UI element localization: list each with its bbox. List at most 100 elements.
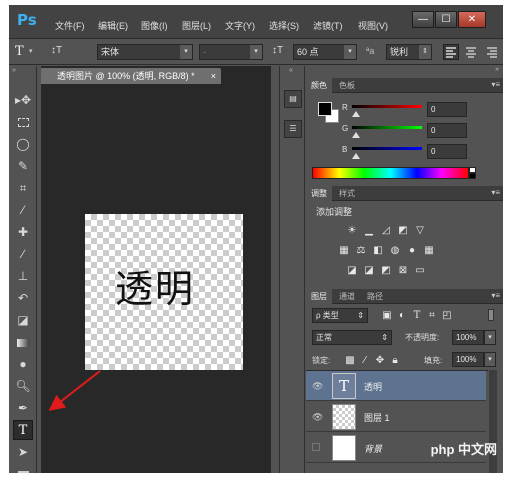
- r-slider-track[interactable]: [352, 105, 422, 108]
- antialias-select[interactable]: 锐利 ⇕: [386, 44, 432, 60]
- channel-mixer-adjust-icon[interactable]: ●: [406, 245, 418, 256]
- transparent-canvas[interactable]: 透明: [85, 214, 243, 370]
- black-swatch[interactable]: [469, 173, 476, 179]
- adjustment-filter-icon[interactable]: ◐: [396, 310, 408, 321]
- menu-select[interactable]: 选择(S): [269, 19, 299, 32]
- layer-filter-select[interactable]: ρ 类型 ⇕: [312, 308, 368, 323]
- color-spectrum-bar[interactable]: [312, 167, 469, 179]
- tab-paths[interactable]: 路径: [362, 289, 388, 304]
- font-size-select[interactable]: 60 点 ▾: [293, 44, 357, 60]
- history-brush-tool-icon[interactable]: ↶: [13, 288, 33, 308]
- lock-transparent-icon[interactable]: ▩: [344, 355, 356, 366]
- clone-stamp-tool-icon[interactable]: ⊥: [13, 266, 33, 286]
- font-style-select[interactable]: - ▾: [199, 44, 263, 60]
- tab-color[interactable]: 颜色: [306, 78, 332, 93]
- properties-panel-icon[interactable]: ☰: [284, 120, 302, 138]
- lasso-tool-icon[interactable]: ◯: [13, 134, 33, 154]
- tab-layers[interactable]: 图层: [306, 289, 332, 304]
- panel-menu-icon[interactable]: ▾≡: [491, 188, 500, 197]
- document-tab[interactable]: 透明图片 @ 100% (透明, RGB/8) * ×: [41, 68, 221, 84]
- pen-tool-icon[interactable]: ✒: [13, 398, 33, 418]
- r-slider-thumb[interactable]: [352, 111, 360, 117]
- smart-object-filter-icon[interactable]: ◰: [441, 310, 453, 321]
- filter-toggle[interactable]: [488, 309, 494, 321]
- expand-icon[interactable]: »: [495, 66, 499, 73]
- menu-type[interactable]: 文字(Y): [225, 19, 255, 32]
- tab-adjustments[interactable]: 调整: [306, 186, 332, 201]
- panel-menu-icon[interactable]: ▾≡: [491, 80, 500, 89]
- eye-icon[interactable]: 👁︎: [312, 412, 323, 422]
- gradient-tool-icon[interactable]: [13, 332, 33, 352]
- curves-adjust-icon[interactable]: ◿: [380, 225, 392, 236]
- collapse-icon[interactable]: »: [12, 67, 16, 74]
- threshold-adjust-icon[interactable]: ◩: [380, 265, 392, 276]
- healing-brush-tool-icon[interactable]: ✚: [13, 222, 33, 242]
- selective-color-adjust-icon[interactable]: ⊠: [397, 265, 409, 276]
- blend-mode-select[interactable]: 正常 ⇕: [312, 330, 392, 345]
- levels-adjust-icon[interactable]: ▁: [363, 225, 375, 236]
- type-tool-preset-icon[interactable]: T: [15, 44, 24, 59]
- r-value-input[interactable]: 0: [427, 102, 467, 117]
- eye-icon[interactable]: 👁︎: [312, 381, 323, 391]
- tab-styles[interactable]: 样式: [334, 186, 360, 201]
- font-family-select[interactable]: 宋体 ▾: [97, 44, 193, 60]
- type-tool-icon[interactable]: T: [13, 420, 33, 440]
- lock-all-icon[interactable]: 🔒︎: [389, 355, 401, 366]
- opacity-input[interactable]: 100%: [452, 330, 484, 345]
- dodge-tool-icon[interactable]: 🔍︎: [13, 376, 33, 396]
- marquee-tool-icon[interactable]: [13, 112, 33, 132]
- chevron-down-icon[interactable]: ▾: [484, 330, 496, 345]
- g-slider-thumb[interactable]: [352, 132, 360, 138]
- menu-edit[interactable]: 编辑(E): [98, 19, 128, 32]
- panel-menu-icon[interactable]: ▾≡: [491, 291, 500, 300]
- quick-select-tool-icon[interactable]: ✎: [13, 156, 33, 176]
- menu-filter[interactable]: 滤镜(T): [313, 19, 343, 32]
- menu-view[interactable]: 视图(V): [358, 19, 388, 32]
- visibility-toggle[interactable]: [312, 443, 320, 451]
- g-slider-track[interactable]: [352, 126, 422, 129]
- text-orientation-icon[interactable]: ↕T: [51, 45, 62, 56]
- history-panel-icon[interactable]: ▤: [284, 90, 302, 108]
- lock-position-icon[interactable]: ✥: [374, 355, 386, 366]
- chevron-down-icon[interactable]: ▾: [484, 352, 496, 367]
- layer-name[interactable]: 透明: [364, 380, 382, 393]
- align-right-icon[interactable]: [485, 45, 499, 59]
- rectangle-tool-icon[interactable]: [13, 464, 33, 473]
- expand-icon[interactable]: «: [289, 67, 293, 74]
- invert-adjust-icon[interactable]: ◪: [346, 265, 358, 276]
- tab-swatches[interactable]: 色板: [334, 78, 360, 93]
- tab-channels[interactable]: 通道: [334, 289, 360, 304]
- eyedropper-tool-icon[interactable]: ⁄: [13, 200, 33, 220]
- hue-saturation-adjust-icon[interactable]: ▦: [338, 245, 350, 256]
- type-filter-icon[interactable]: T: [411, 310, 423, 321]
- black-white-adjust-icon[interactable]: ◧: [372, 245, 384, 256]
- move-tool-icon[interactable]: ▸✥: [13, 90, 33, 110]
- menu-image[interactable]: 图像(I): [141, 19, 168, 32]
- exposure-adjust-icon[interactable]: ◩: [397, 225, 409, 236]
- layer-name[interactable]: 图层 1: [364, 411, 390, 424]
- b-slider-track[interactable]: [352, 147, 422, 150]
- minimize-button[interactable]: —: [412, 11, 434, 28]
- menu-layer[interactable]: 图层(L): [182, 19, 211, 32]
- close-icon[interactable]: ×: [211, 68, 216, 84]
- path-selection-tool-icon[interactable]: ➤: [13, 442, 33, 462]
- b-slider-thumb[interactable]: [352, 153, 360, 159]
- align-left-icon[interactable]: [443, 44, 459, 60]
- layer-row-pixel[interactable]: 👁︎ 图层 1: [306, 402, 486, 432]
- brush-tool-icon[interactable]: ∕: [13, 244, 33, 264]
- g-value-input[interactable]: 0: [427, 123, 467, 138]
- color-lookup-adjust-icon[interactable]: ▦: [423, 245, 435, 256]
- shape-filter-icon[interactable]: ⌗: [426, 310, 438, 321]
- layer-name[interactable]: 背景: [364, 442, 382, 455]
- restore-button[interactable]: ☐: [435, 11, 457, 28]
- canvas-text[interactable]: 透明: [115, 258, 195, 313]
- blur-tool-icon[interactable]: ●: [13, 354, 33, 374]
- gradient-map-adjust-icon[interactable]: ▭: [414, 265, 426, 276]
- layer-row-text[interactable]: 👁︎ T 透明: [306, 371, 486, 401]
- color-balance-adjust-icon[interactable]: ⚖: [355, 245, 367, 256]
- eraser-tool-icon[interactable]: ◪: [13, 310, 33, 330]
- brightness-adjust-icon[interactable]: ☀: [346, 225, 358, 236]
- menu-file[interactable]: 文件(F): [55, 19, 85, 32]
- vibrance-adjust-icon[interactable]: ▽: [414, 225, 426, 236]
- posterize-adjust-icon[interactable]: ◪: [363, 265, 375, 276]
